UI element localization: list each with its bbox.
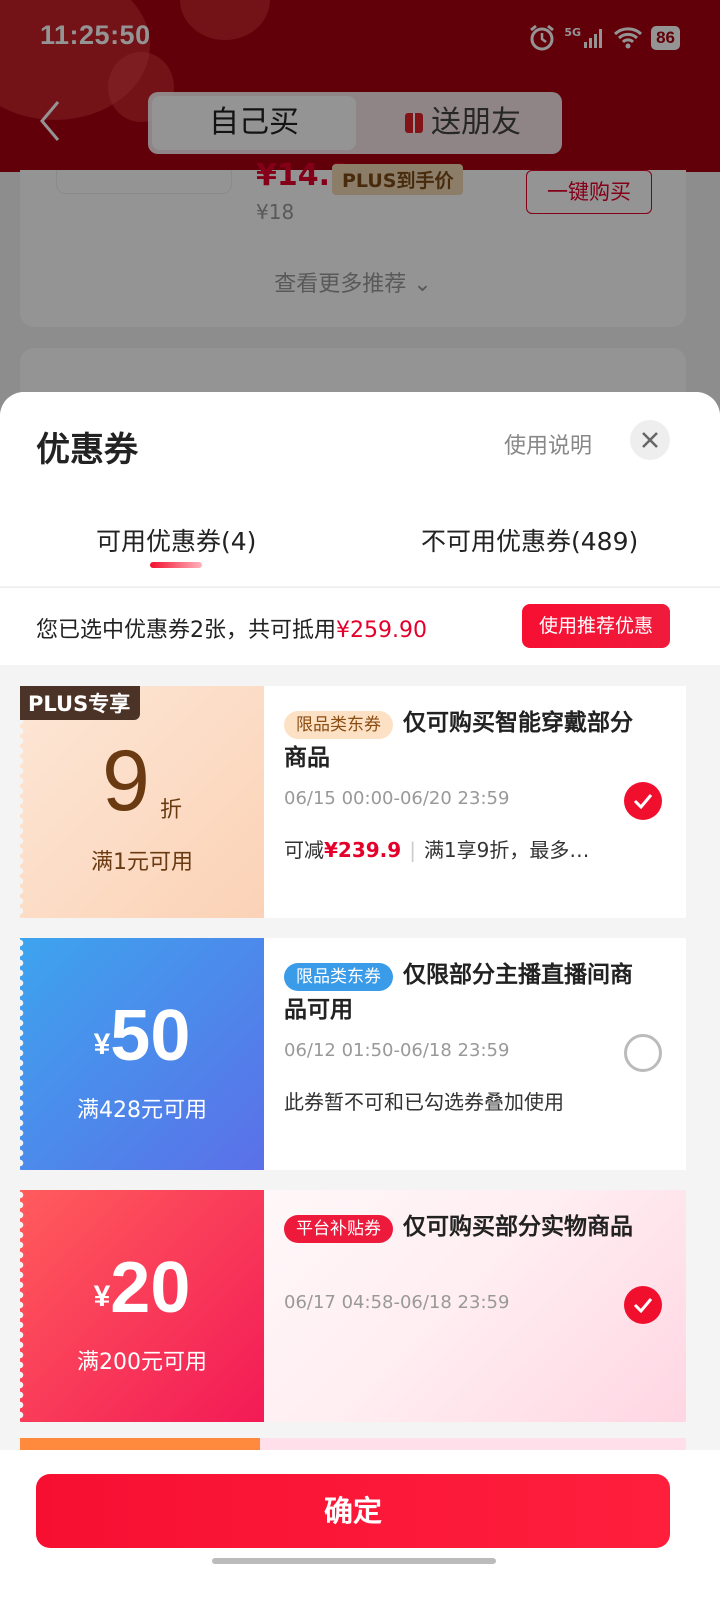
note-divider: | (409, 838, 416, 862)
currency-symbol: ¥ (93, 1280, 111, 1313)
coupon-value-panel: PLUS专享 9 折 满1元可用 (20, 686, 264, 918)
selection-summary: 您已选中优惠券2张，共可抵用¥259.90 使用推荐优惠 (0, 587, 720, 665)
selection-amount: ¥259.90 (336, 618, 427, 643)
tab-available-coupons[interactable]: 可用优惠券(4) (96, 522, 256, 558)
coupon-threshold: 满428元可用 (77, 1098, 207, 1123)
coupon-title-text: 仅可购买部分实物商品 (403, 1214, 633, 1240)
coupon-validity: 06/15 00:00-06/20 23:59 (284, 788, 510, 809)
checkmark-icon (633, 794, 653, 809)
use-recommended-button[interactable]: 使用推荐优惠 (522, 604, 670, 648)
sheet-title: 优惠券 (36, 430, 138, 470)
close-icon (642, 432, 658, 448)
coupon-value-panel: ¥20 满200元可用 (20, 1190, 264, 1422)
coupon-info: 平台补贴券 仅可购买部分实物商品 06/17 04:58-06/18 23:59 (264, 1190, 686, 1422)
coupon-tag: 限品类东券 (284, 963, 393, 991)
coupon-checkbox-checked[interactable] (624, 1286, 662, 1324)
coupon-title: 限品类东券 仅限部分主播直播间商品可用 (284, 958, 634, 1028)
coupon-threshold: 满1元可用 (91, 850, 193, 875)
discount-value: 9 (102, 733, 150, 829)
coupon-info: 限品类东券 仅可购买智能穿戴部分商品 06/15 00:00-06/20 23:5… (264, 686, 686, 918)
sheet-header: 优惠券 使用说明 可用优惠券(4) 不可用优惠券(489) (0, 392, 720, 586)
note-amount: ¥239.9 (324, 838, 402, 862)
selection-label: 您已选中优惠券2张，共可抵用 (36, 618, 336, 643)
coupon-tag: 限品类东券 (284, 711, 393, 739)
confirm-button[interactable]: 确定 (36, 1474, 670, 1548)
close-button[interactable] (630, 420, 670, 460)
checkmark-icon (633, 1298, 653, 1313)
active-tab-indicator (150, 562, 202, 568)
coupon-sheet: 优惠券 使用说明 可用优惠券(4) 不可用优惠券(489) 您已选中优惠券2张，… (0, 392, 720, 1600)
discount-unit: 折 (160, 798, 183, 823)
coupon-note: 此券暂不可和已勾选券叠加使用 (284, 1090, 564, 1114)
currency-symbol: ¥ (93, 1028, 111, 1061)
sheet-footer: 确定 (0, 1450, 720, 1600)
coupon-checkbox-checked[interactable] (624, 782, 662, 820)
home-indicator[interactable] (212, 1558, 496, 1564)
coupon-edge (20, 686, 26, 918)
tab-unavailable-coupons[interactable]: 不可用优惠券(489) (421, 522, 638, 558)
plus-exclusive-badge: PLUS专享 (20, 686, 141, 720)
coupon-title: 限品类东券 仅可购买智能穿戴部分商品 (284, 706, 634, 776)
coupon-checkbox-unchecked[interactable] (624, 1034, 662, 1072)
note-prefix: 可减 (284, 838, 324, 862)
coupon-card[interactable]: ¥20 满200元可用 平台补贴券 仅可购买部分实物商品 06/17 04:58-… (20, 1190, 686, 1422)
coupon-card[interactable]: ¥50 满428元可用 限品类东券 仅限部分主播直播间商品可用 06/12 01:… (20, 938, 686, 1170)
coupon-validity: 06/17 04:58-06/18 23:59 (284, 1292, 510, 1313)
selection-text: 您已选中优惠券2张，共可抵用¥259.90 (36, 612, 427, 644)
coupon-validity: 06/12 01:50-06/18 23:59 (284, 1040, 510, 1061)
coupon-amount: ¥50 (20, 1000, 264, 1072)
coupon-amount-value: 50 (110, 996, 191, 1076)
coupon-amount: ¥20 (20, 1252, 264, 1324)
coupon-title: 平台补贴券 仅可购买部分实物商品 (284, 1210, 634, 1245)
coupon-value-panel: ¥50 满428元可用 (20, 938, 264, 1170)
coupon-card[interactable]: PLUS专享 9 折 满1元可用 限品类东券 仅可购买智能穿戴部分商品 06/15… (20, 686, 686, 918)
coupon-tag: 平台补贴券 (284, 1215, 393, 1243)
coupon-info: 限品类东券 仅限部分主播直播间商品可用 06/12 01:50-06/18 23:… (264, 938, 686, 1170)
usage-instructions-link[interactable]: 使用说明 (504, 428, 592, 460)
coupon-amount-value: 20 (110, 1248, 191, 1328)
coupon-threshold: 满200元可用 (77, 1350, 207, 1375)
coupon-note: 可减¥239.9 | 满1享9折，最多… (284, 834, 604, 863)
note-rest: 满1享9折，最多… (423, 838, 590, 862)
